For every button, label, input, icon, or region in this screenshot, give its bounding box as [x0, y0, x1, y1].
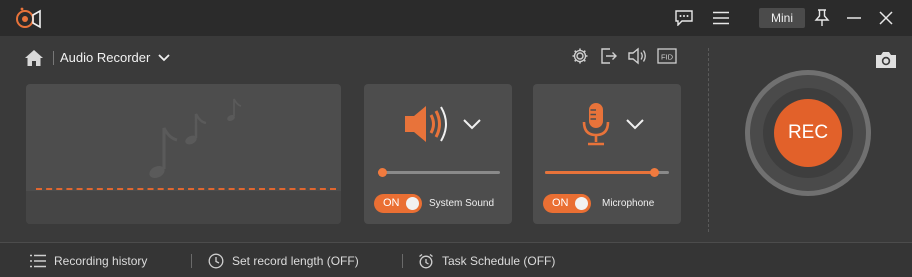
record-logo-icon: [14, 5, 42, 31]
settings-gear-icon[interactable]: [570, 46, 590, 66]
bottom-bar: Recording history Set record length (OFF…: [0, 242, 912, 277]
microphone-icon[interactable]: [581, 102, 611, 151]
system-sound-volume-slider[interactable]: [378, 168, 500, 177]
title-bar: Mini: [0, 0, 912, 36]
bottom-divider: [402, 254, 403, 268]
microphone-label: Microphone: [602, 198, 655, 209]
microphone-toggle-label: ON: [552, 197, 569, 209]
speaker-icon[interactable]: [402, 102, 454, 151]
close-icon[interactable]: [872, 6, 900, 30]
set-record-length-button[interactable]: Set record length (OFF): [208, 253, 359, 269]
feedback-chat-icon[interactable]: [670, 6, 698, 30]
hamburger-menu-icon[interactable]: [707, 6, 735, 30]
recording-history-label: Recording history: [54, 254, 148, 268]
home-icon[interactable]: [24, 48, 44, 68]
svg-text:FID: FID: [661, 53, 674, 62]
waveform-dashed-line: [36, 188, 336, 190]
microphone-panel: ON Microphone: [533, 84, 681, 224]
microphone-volume-fill: [545, 171, 655, 174]
chevron-down-icon[interactable]: [156, 50, 172, 66]
volume-icon[interactable]: [627, 46, 647, 66]
pin-icon[interactable]: [808, 6, 836, 30]
recording-history-button[interactable]: Recording history: [30, 253, 147, 269]
list-icon: [30, 254, 46, 268]
task-schedule-label: Task Schedule (OFF): [442, 254, 556, 268]
system-sound-toggle-label: ON: [383, 197, 400, 209]
mode-label: Audio Recorder: [60, 50, 151, 65]
system-sound-volume-thumb[interactable]: [378, 168, 388, 177]
export-icon[interactable]: [598, 46, 618, 66]
waveform-panel: [26, 84, 341, 224]
system-sound-panel: ON System Sound: [364, 84, 512, 224]
microphone-chevron-down-icon[interactable]: [625, 117, 645, 136]
breadcrumb-divider: [53, 51, 54, 65]
fid-icon[interactable]: FID: [657, 46, 677, 66]
waveform-baseline-area: [26, 191, 341, 224]
alarm-clock-icon: [419, 253, 433, 269]
rec-button-ring: REC: [745, 70, 871, 196]
clock-icon: [208, 253, 224, 269]
microphone-toggle[interactable]: ON: [543, 194, 591, 213]
panel-divider: [708, 48, 709, 232]
bottom-divider: [191, 254, 192, 268]
system-sound-chevron-down-icon[interactable]: [462, 117, 482, 136]
task-schedule-button[interactable]: Task Schedule (OFF): [418, 253, 555, 269]
camera-icon[interactable]: [874, 50, 898, 70]
music-notes-icon: [149, 98, 242, 179]
set-record-length-label: Set record length (OFF): [232, 254, 359, 268]
main-content: Audio Recorder FID ON System Sound ON Mi…: [0, 36, 912, 242]
microphone-volume-slider[interactable]: [545, 168, 669, 177]
microphone-toggle-knob: [575, 197, 588, 210]
microphone-volume-thumb[interactable]: [649, 168, 659, 177]
system-sound-toggle-knob: [406, 197, 419, 210]
minimize-icon[interactable]: [840, 6, 868, 30]
system-sound-toggle[interactable]: ON: [374, 194, 422, 213]
rec-button[interactable]: REC: [774, 99, 842, 167]
mini-button[interactable]: Mini: [759, 8, 805, 28]
system-sound-label: System Sound: [429, 198, 495, 209]
